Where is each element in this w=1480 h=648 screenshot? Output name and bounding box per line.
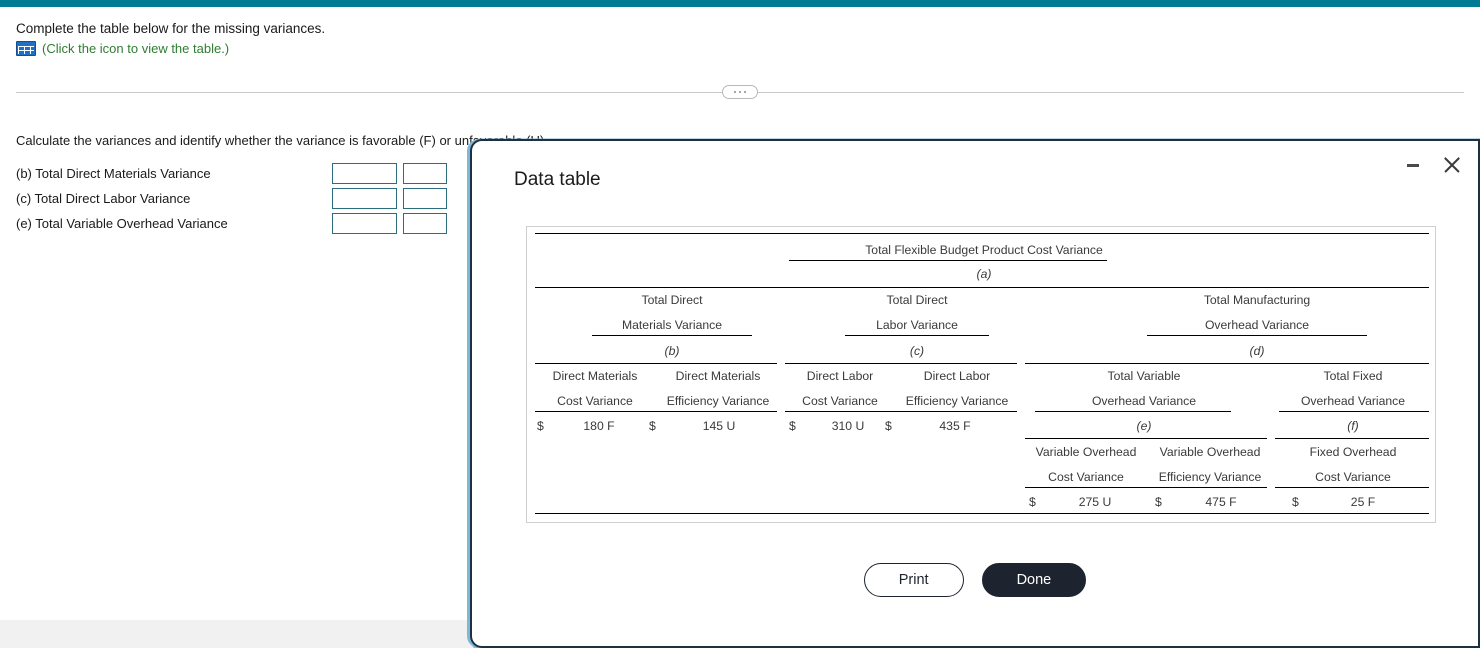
level2-b-ref: (b) <box>664 344 680 358</box>
level3-dl-eff-currency: $ <box>885 419 892 433</box>
level3-dl-cost-currency: $ <box>789 419 796 433</box>
dot-icon <box>738 90 742 94</box>
level3-dl-rule <box>785 411 1017 412</box>
answer-flag-input-c[interactable] <box>403 188 447 209</box>
level4-voh-eff-amount: 475 F <box>1205 495 1237 509</box>
variance-table-container: Total Flexible Budget Product Cost Varia… <box>526 226 1436 523</box>
level2-c-line2: Labor Variance <box>876 318 958 332</box>
level2-b-line1: Total Direct <box>641 293 703 307</box>
level3-dl-cost-amount: 310 U <box>831 419 865 433</box>
fixed-overhead-line2: Overhead Variance <box>1300 394 1406 408</box>
table-top-rule <box>535 233 1429 234</box>
table-grid-icon[interactable] <box>16 41 36 56</box>
dialog-actions: Print Done <box>472 563 1478 597</box>
level3-dm-cost-currency: $ <box>537 419 544 433</box>
divider-ellipsis-handle[interactable] <box>722 85 758 99</box>
level3-dl-cost-line1: Direct Labor <box>806 369 874 383</box>
minimize-icon[interactable] <box>1402 154 1424 176</box>
level3-dm-eff-line2: Efficiency Variance <box>666 394 770 408</box>
level2-c-bottom-rule <box>785 363 1017 364</box>
level2-d-line2: Overhead Variance <box>1204 318 1310 332</box>
level3-dl-cost-line2: Cost Variance <box>802 394 878 408</box>
overhead-var-ref: (e) <box>1136 419 1152 433</box>
level3-dl-eff-line2: Efficiency Variance <box>905 394 1009 408</box>
level2-b-underline <box>592 335 752 336</box>
done-button[interactable]: Done <box>981 563 1087 597</box>
level2-c-line1: Total Direct <box>886 293 948 307</box>
dialog-title: Data table <box>514 169 601 190</box>
level1-ref: (a) <box>976 267 992 281</box>
level3-dm-cost-line1: Direct Materials <box>552 369 638 383</box>
level4-voh-cost-currency: $ <box>1029 495 1036 509</box>
answer-row-b: (b) Total Direct Materials Variance <box>16 163 447 184</box>
level4-voh-eff-line1: Variable Overhead <box>1159 445 1261 459</box>
dot-icon <box>743 90 747 94</box>
level2-b-line2: Materials Variance <box>621 318 723 332</box>
level4-voh-cost-amount: 275 U <box>1078 495 1112 509</box>
level4-foh-cost-line1: Fixed Overhead <box>1309 445 1397 459</box>
level3-dm-rule <box>535 411 777 412</box>
level3-dm-cost-amount: 180 F <box>583 419 615 433</box>
answer-amount-input-b[interactable] <box>332 163 397 184</box>
level4-voh-cost-line1: Variable Overhead <box>1035 445 1137 459</box>
instruction-text: Complete the table below for the missing… <box>16 21 326 36</box>
level2-d-bottom-rule <box>1025 363 1429 364</box>
table-bottom-rule <box>535 513 1429 514</box>
answer-amount-input-e[interactable] <box>332 213 397 234</box>
overhead-var-line1: Total Variable <box>1107 369 1181 383</box>
level2-b-bottom-rule <box>535 363 777 364</box>
app-root: Complete the table below for the missing… <box>0 0 1480 648</box>
answer-row-c: (c) Total Direct Labor Variance <box>16 188 447 209</box>
fixed-overhead-line1: Total Fixed <box>1323 369 1383 383</box>
level4-foh-rule <box>1275 487 1429 488</box>
level1-label: Total Flexible Budget Product Cost Varia… <box>865 243 1103 257</box>
level2-d-underline <box>1147 335 1367 336</box>
answer-row-e: (e) Total Variable Overhead Variance <box>16 213 447 234</box>
top-accent-bar <box>0 0 1480 7</box>
print-button[interactable]: Print <box>863 563 964 597</box>
level4-voh-cost-line2: Cost Variance <box>1048 470 1124 484</box>
level3-dm-eff-amount: 145 U <box>702 419 736 433</box>
overhead-var-line2: Overhead Variance <box>1091 394 1197 408</box>
view-table-link[interactable]: (Click the icon to view the table.) <box>16 41 229 56</box>
calculate-prompt: Calculate the variances and identify whe… <box>16 133 548 148</box>
variance-table: Total Flexible Budget Product Cost Varia… <box>527 227 1435 522</box>
window-controls <box>1402 153 1464 177</box>
answer-flag-input-e[interactable] <box>403 213 447 234</box>
view-table-caption[interactable]: (Click the icon to view the table.) <box>42 41 229 56</box>
answer-label-e: (e) Total Variable Overhead Variance <box>16 216 228 231</box>
level1-bottom-rule <box>535 287 1429 288</box>
level3-dl-eff-amount: 435 F <box>939 419 971 433</box>
answer-label-b: (b) Total Direct Materials Variance <box>16 166 211 181</box>
level3-dm-eff-line1: Direct Materials <box>675 369 761 383</box>
level2-d-ref: (d) <box>1249 344 1265 358</box>
data-table-dialog: Data table Total Flexible Budget Product… <box>470 139 1480 648</box>
answer-amount-input-c[interactable] <box>332 188 397 209</box>
section-divider <box>16 85 1464 99</box>
answer-flag-input-b[interactable] <box>403 163 447 184</box>
level4-foh-cost-amount: 25 F <box>1350 495 1376 509</box>
level2-c-underline <box>845 335 989 336</box>
answer-label-c: (c) Total Direct Labor Variance <box>16 191 191 206</box>
level2-d-line1: Total Manufacturing <box>1203 293 1311 307</box>
fixed-overhead-bottom-rule <box>1275 438 1429 439</box>
fixed-overhead-underline <box>1279 411 1429 412</box>
level4-foh-cost-line2: Cost Variance <box>1315 470 1391 484</box>
dot-icon <box>733 90 737 94</box>
level4-foh-cost-currency: $ <box>1292 495 1299 509</box>
close-icon[interactable] <box>1440 153 1464 177</box>
overhead-var-underline <box>1035 411 1231 412</box>
minus-glyph <box>1407 163 1419 167</box>
level2-c-ref: (c) <box>909 344 925 358</box>
level4-voh-rule <box>1025 487 1267 488</box>
overhead-var-bottom-rule <box>1025 438 1267 439</box>
fixed-overhead-ref: (f) <box>1347 419 1359 433</box>
level3-dl-eff-line1: Direct Labor <box>923 369 991 383</box>
level1-underline <box>789 260 1107 261</box>
level4-voh-eff-currency: $ <box>1155 495 1162 509</box>
level3-dm-cost-line2: Cost Variance <box>557 394 633 408</box>
level4-voh-eff-line2: Efficiency Variance <box>1158 470 1262 484</box>
level3-dm-eff-currency: $ <box>649 419 656 433</box>
